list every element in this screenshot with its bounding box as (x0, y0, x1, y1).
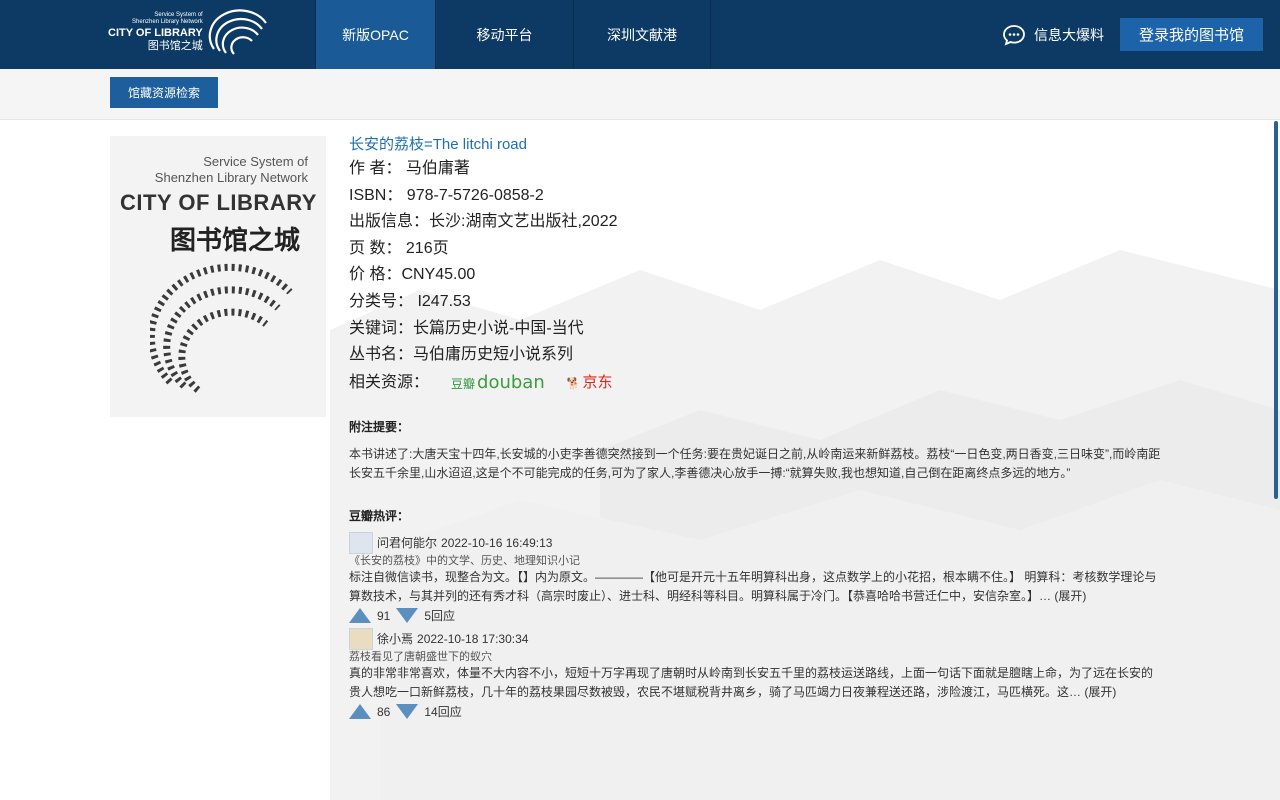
review-item: 问君何能尔 2022-10-16 16:49:13 《长安的荔枝》中的文学、历史… (349, 531, 1169, 626)
reply-count[interactable]: 14回应 (424, 703, 461, 720)
cover-line3: CITY OF LIBRARY (120, 190, 317, 215)
book-class-number: 分类号： I247.53 (349, 292, 471, 310)
reply-count[interactable]: 5回应 (424, 607, 455, 624)
upvote-icon[interactable] (349, 704, 371, 720)
nav-new-opac[interactable]: 新版OPAC (315, 0, 435, 69)
scrollbar[interactable] (1274, 121, 1278, 499)
review-title[interactable]: 荔枝看见了唐朝盛世下的蚁穴 (349, 650, 1169, 664)
review-user[interactable]: 问君何能尔 (377, 534, 437, 551)
top-navigation-bar: Service System of Shenzhen Library Netwo… (0, 0, 1280, 69)
logo-swirl-icon (208, 9, 267, 55)
cover-swirl-icon (150, 263, 293, 393)
book-cover-image: Service System of Shenzhen Library Netwo… (110, 136, 326, 417)
logo-line1: Service System of (154, 12, 203, 18)
jd-label: 京东 (582, 373, 613, 391)
sub-toolbar: 馆藏资源检索 (0, 69, 1280, 120)
logo-line2: Shenzhen Library Network (132, 19, 203, 25)
review-body: 真的非常非常喜欢，体量不大内容不小，短短十万字再现了唐朝时从岭南到长安五千里的荔… (349, 665, 1154, 699)
upvote-count: 91 (377, 608, 391, 623)
book-series: 丛书名：马伯庸历史短小说系列 (349, 346, 574, 364)
logo-line4: 图书馆之城 (147, 40, 203, 52)
book-isbn: ISBN： 978-7-5726-0858-2 (349, 186, 544, 204)
book-author: 作 者： 马伯庸著 (349, 160, 470, 177)
review-votes: 86 14回应 (349, 702, 1169, 722)
nav-shenzhen-literature-port[interactable]: 深圳文献港 (573, 0, 711, 69)
logo-line3: CITY OF LIBRARY (108, 27, 203, 39)
douban-link[interactable]: 豆瓣 douban (451, 369, 545, 398)
review-title[interactable]: 《长安的荔枝》中的文学、历史、地理知识小记 (349, 554, 1169, 568)
upvote-icon[interactable] (349, 608, 371, 624)
book-publisher: 出版信息：长沙:湖南文艺出版社,2022 (349, 213, 618, 231)
downvote-icon[interactable] (396, 608, 419, 624)
chat-bubble-icon (1003, 24, 1025, 46)
upvote-count: 86 (377, 704, 391, 719)
review-user[interactable]: 徐小焉 (377, 630, 413, 647)
cover-line1: Service System of (203, 154, 308, 169)
book-keywords: 关键词：长篇历史小说-中国-当代 (349, 319, 584, 337)
review-header: 问君何能尔 2022-10-16 16:49:13 (349, 531, 1169, 554)
book-title-link[interactable]: 长安的荔枝=The litchi road (349, 134, 1169, 156)
downvote-icon[interactable] (396, 704, 419, 720)
feedback-label: 信息大爆料 (1034, 26, 1104, 43)
avatar[interactable] (349, 531, 373, 554)
douban-cn-label: 豆瓣 (451, 376, 476, 391)
collection-search-tab[interactable]: 馆藏资源检索 (110, 77, 218, 108)
related-resources-label: 相关资源： (349, 374, 430, 392)
book-details: 长安的荔枝=The litchi road 作 者： 马伯庸著 ISBN： 97… (349, 134, 1169, 722)
jd-link[interactable]: 🐕 京东 (567, 369, 613, 398)
summary-heading: 附注提要： (349, 419, 410, 434)
feedback-link[interactable]: 信息大爆料 (1002, 0, 1104, 69)
douban-en-label: douban (477, 371, 545, 393)
jd-dog-icon: 🐕 (566, 377, 581, 390)
related-resources: 相关资源： 豆瓣 douban 🐕 京东 (349, 369, 1169, 398)
review-item: 徐小焉 2022-10-18 17:30:34 荔枝看见了唐朝盛世下的蚁穴 真的… (349, 627, 1169, 722)
summary-text: 本书讲述了:大唐天宝十四年,长安城的小吏李善德突然接到一个任务:要在贵妃诞日之前… (349, 446, 1161, 480)
site-logo[interactable]: Service System of Shenzhen Library Netwo… (0, 0, 315, 69)
logo-text: Service System of Shenzhen Library Netwo… (108, 12, 203, 53)
reviews-heading: 豆瓣热评： (349, 508, 410, 523)
login-my-library-button[interactable]: 登录我的图书馆 (1120, 18, 1263, 51)
avatar[interactable] (349, 627, 373, 650)
review-time: 2022-10-16 16:49:13 (441, 535, 553, 550)
nav-mobile-platform[interactable]: 移动平台 (435, 0, 573, 69)
book-price: 价 格：CNY45.00 (349, 266, 476, 284)
review-votes: 91 5回应 (349, 606, 1169, 626)
cover-subtitle: Service System of Shenzhen Library Netwo… (155, 154, 308, 186)
review-time: 2022-10-18 17:30:34 (417, 631, 529, 646)
book-pages: 页 数： 216页 (349, 239, 449, 257)
review-header: 徐小焉 2022-10-18 17:30:34 (349, 627, 1169, 650)
cover-line2: Shenzhen Library Network (154, 170, 308, 185)
review-body: 标注自微信读书，现整合为文。【】内为原文。————【他可是开元十五年明算科出身，… (349, 569, 1157, 603)
